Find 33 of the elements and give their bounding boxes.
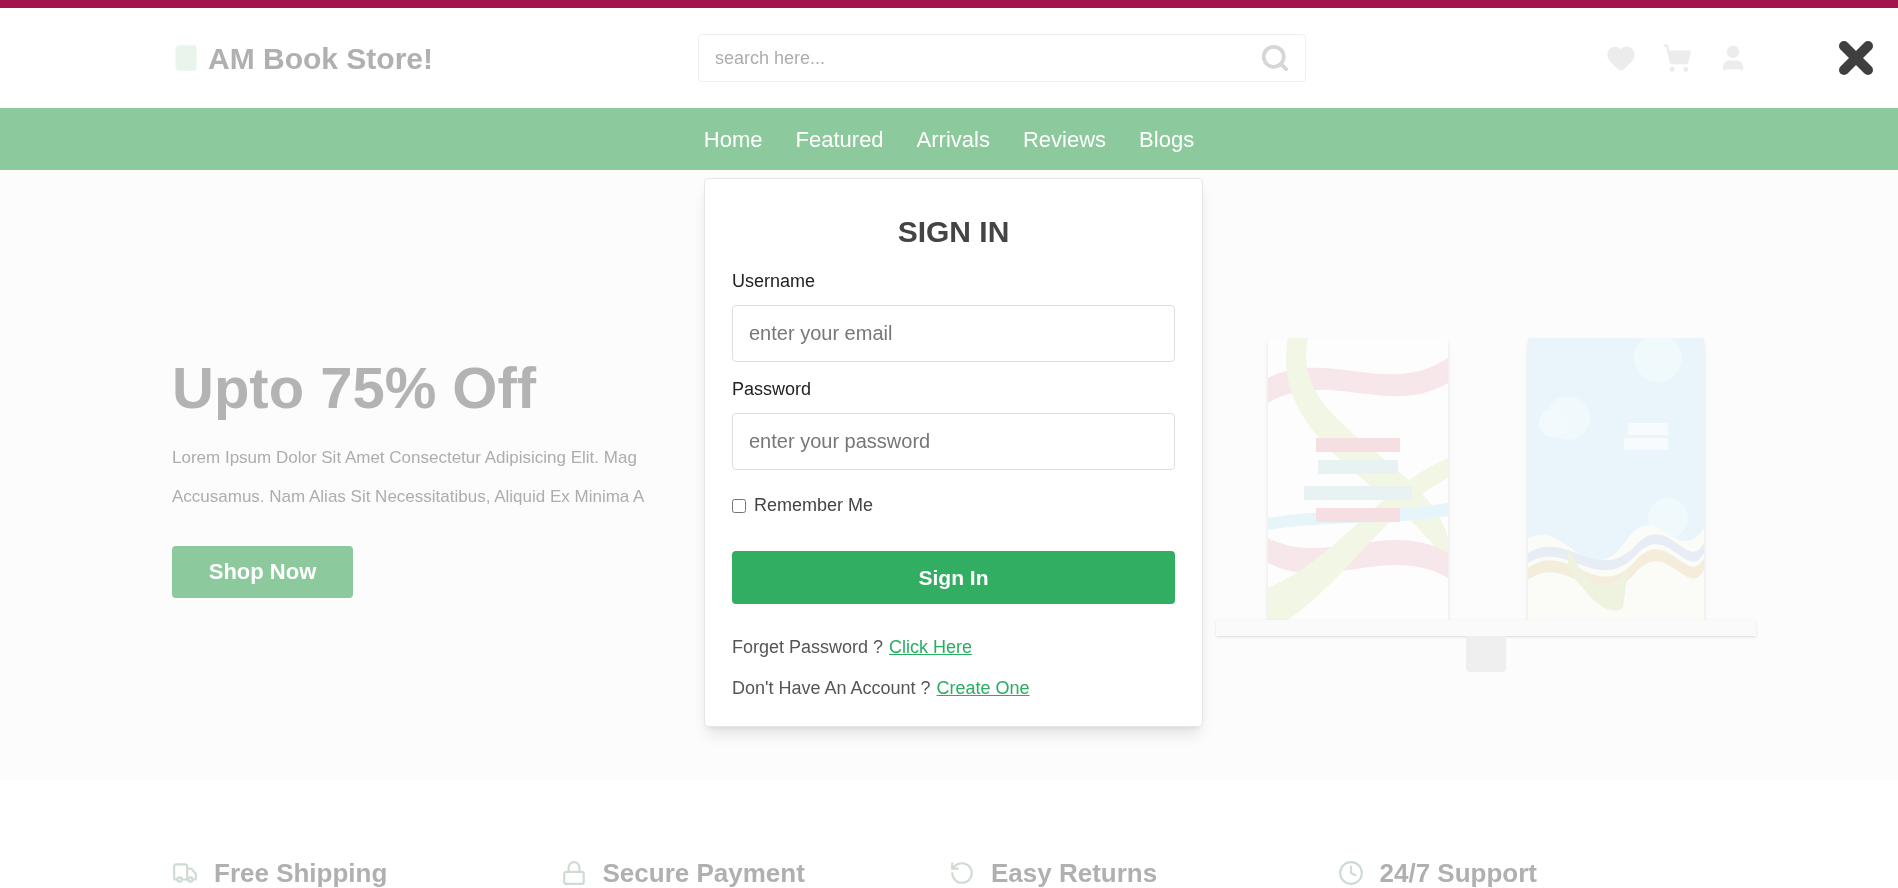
prompt-text: Don't Have An Account ? [732, 677, 931, 700]
feature-icon [949, 860, 975, 886]
nav-link[interactable]: Blogs [1139, 122, 1195, 156]
feature-title: Easy Returns [991, 858, 1158, 888]
modal-title: SIGN IN [896, 214, 1011, 250]
field-label: Password [732, 378, 813, 401]
hero-description-line: Lorem Ipsum Dolor Sit Amet Consectetur Adipisicing Elit. Mag [172, 446, 638, 469]
feature-title: 24/7 Support [1379, 858, 1537, 888]
remember-checkbox[interactable] [732, 498, 746, 513]
input-field[interactable]: enter your email [732, 305, 1175, 362]
search-icon[interactable] [1260, 43, 1290, 73]
sign-in-button[interactable]: Sign In [732, 551, 1175, 604]
link[interactable]: Create One [936, 675, 1030, 702]
hero-title: Upto 75% Off [172, 354, 537, 423]
prompt-text: Forget Password ? [732, 636, 884, 659]
nav-link[interactable]: Featured [795, 122, 884, 156]
link[interactable]: Click Here [889, 634, 973, 661]
feature-title: Secure Payment [602, 858, 805, 888]
feature-icon [1337, 860, 1364, 886]
feature-title: Free Shipping [214, 858, 388, 888]
nav-link[interactable]: Home [703, 122, 763, 156]
remember-label: Remember Me [754, 494, 874, 517]
nav-link[interactable]: Reviews [1022, 122, 1107, 156]
nav-link[interactable]: Arrivals [916, 122, 990, 156]
logo[interactable]: AM Book Store! [208, 35, 433, 81]
search-field[interactable]: search here... [698, 34, 1306, 82]
field-label: Username [732, 270, 817, 293]
input-field[interactable]: enter your password [732, 413, 1175, 470]
shelf-bracket [1466, 636, 1506, 672]
shop-now-button[interactable]: Shop Now [172, 545, 353, 598]
feature-icon [172, 860, 198, 886]
hero-description-line: Accusamus. Nam Alias Sit Necessitatibus, Aliquid Ex Minima A [172, 486, 645, 509]
feature-icon [560, 860, 587, 886]
